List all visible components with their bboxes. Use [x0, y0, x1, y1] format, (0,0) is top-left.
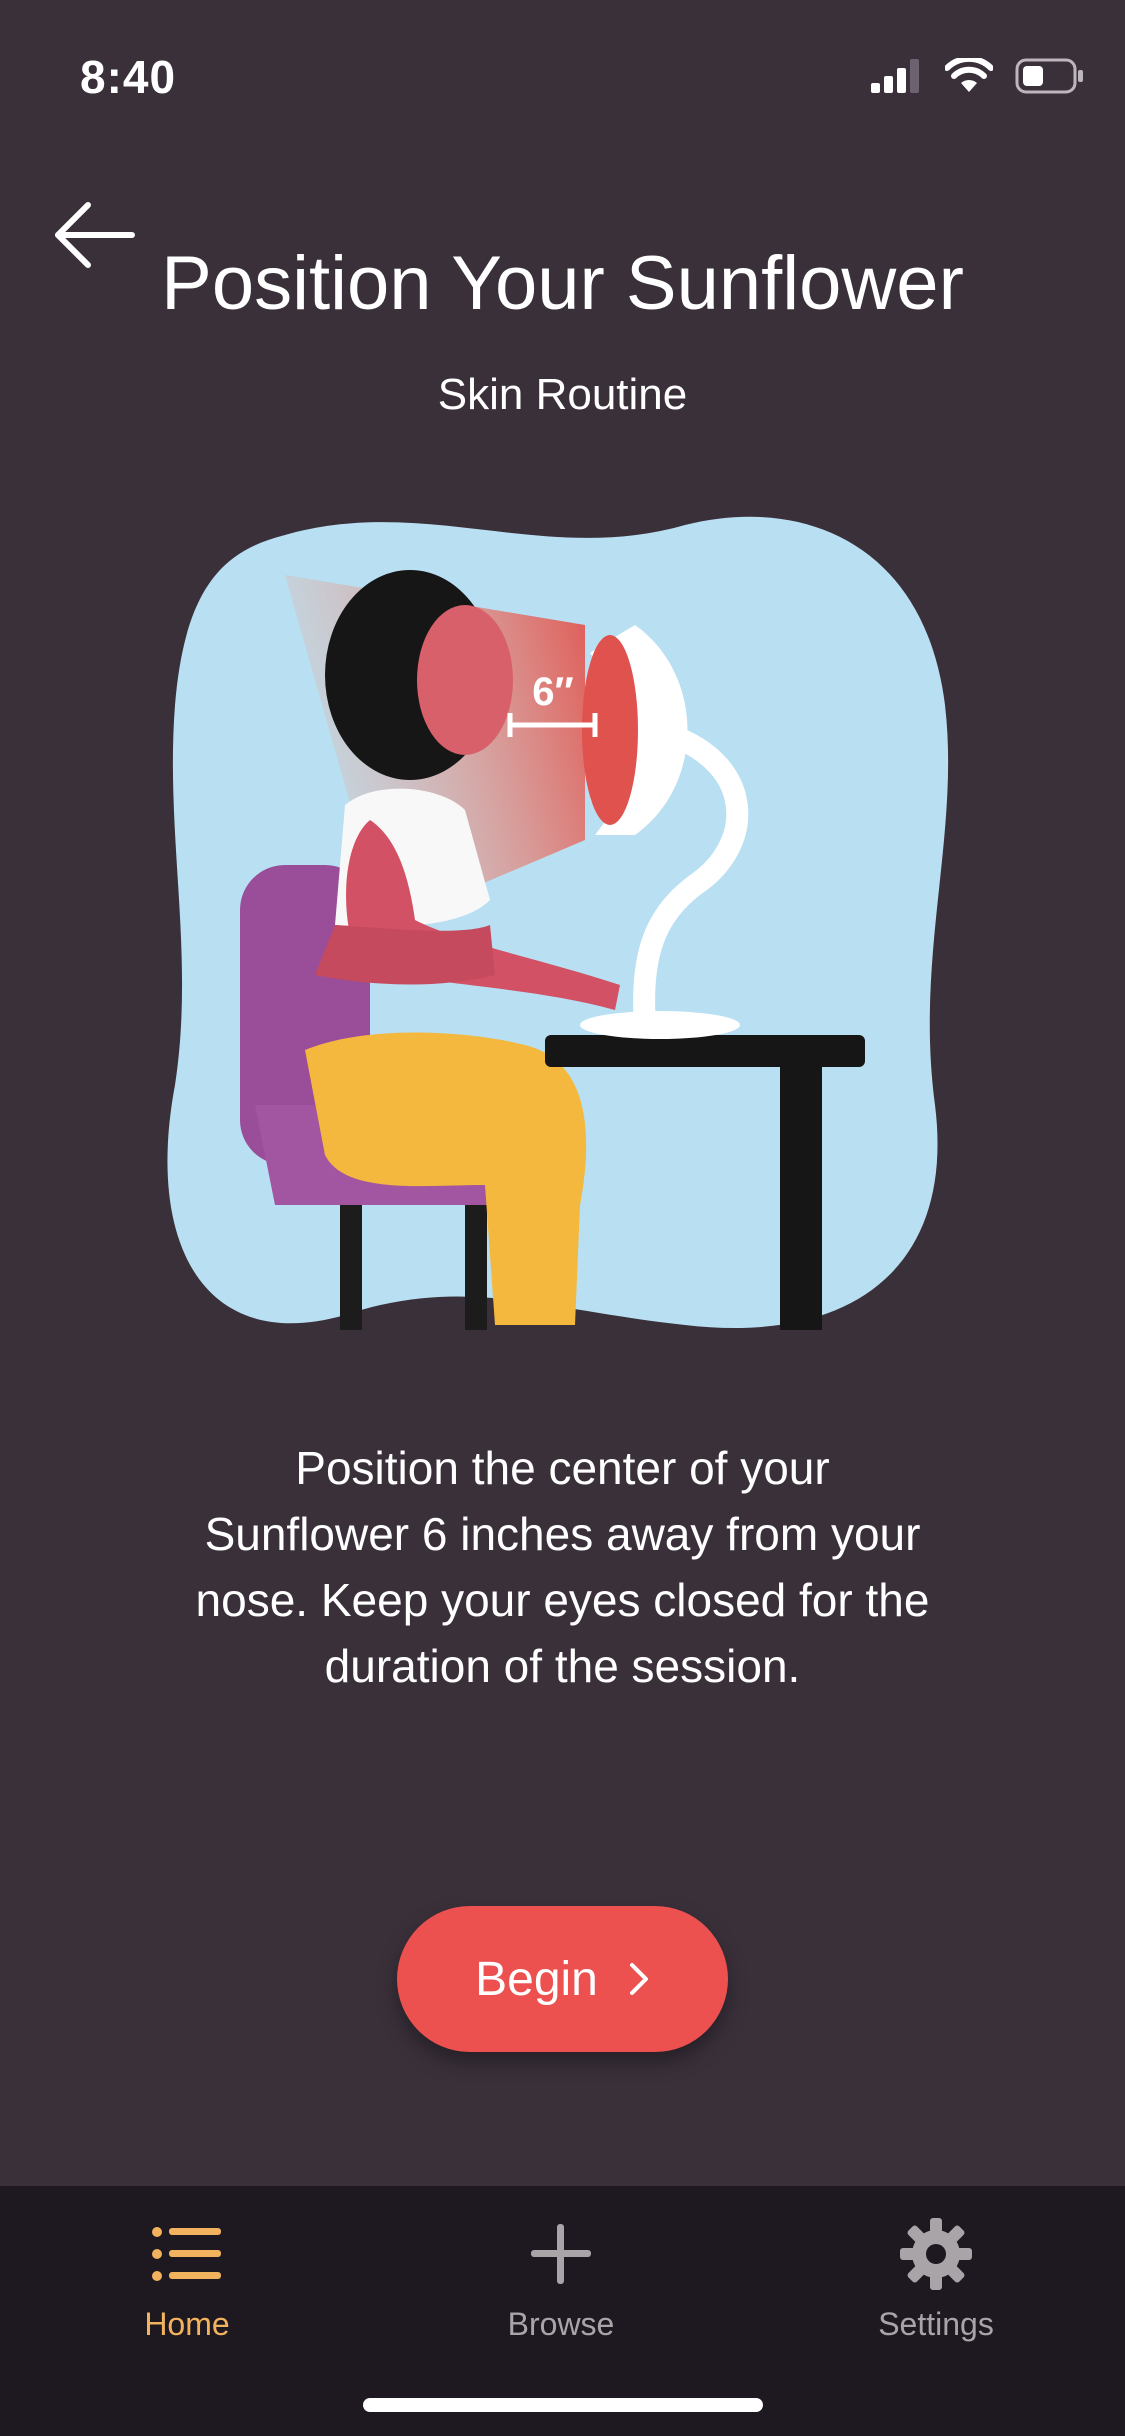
- wifi-icon: [945, 58, 993, 92]
- sunflower-position-illustration: 6″: [165, 505, 965, 1335]
- status-bar: 8:40: [0, 0, 1125, 150]
- list-icon: [152, 2227, 221, 2281]
- tab-settings[interactable]: Settings: [826, 2214, 1046, 2354]
- begin-button[interactable]: Begin: [397, 1906, 728, 2052]
- distance-label: 6″: [532, 670, 573, 714]
- home-indicator: [363, 2398, 763, 2412]
- status-time: 8:40: [80, 51, 177, 103]
- cellular-signal-icon: [871, 59, 919, 93]
- chevron-right-icon: [629, 1963, 648, 1995]
- tab-browse[interactable]: Browse: [451, 2214, 671, 2354]
- status-icons: [871, 58, 1085, 94]
- begin-button-label: Begin: [475, 1952, 598, 2006]
- battery-icon: [1015, 58, 1083, 94]
- gear-icon: [900, 2218, 972, 2290]
- tab-browse-label: Browse: [507, 2306, 615, 2342]
- desk-top: [545, 1035, 865, 1067]
- page-title: Position Your Sunflower: [161, 241, 964, 326]
- page-subtitle: Skin Routine: [437, 370, 688, 419]
- tab-settings-label: Settings: [878, 2306, 994, 2342]
- plus-icon: [531, 2224, 591, 2284]
- desk-leg: [780, 1065, 822, 1330]
- instructions-text: Position the center of your Sunflower 6 …: [195, 1442, 930, 1692]
- tab-home-label: Home: [144, 2306, 230, 2342]
- tab-home[interactable]: Home: [77, 2214, 297, 2354]
